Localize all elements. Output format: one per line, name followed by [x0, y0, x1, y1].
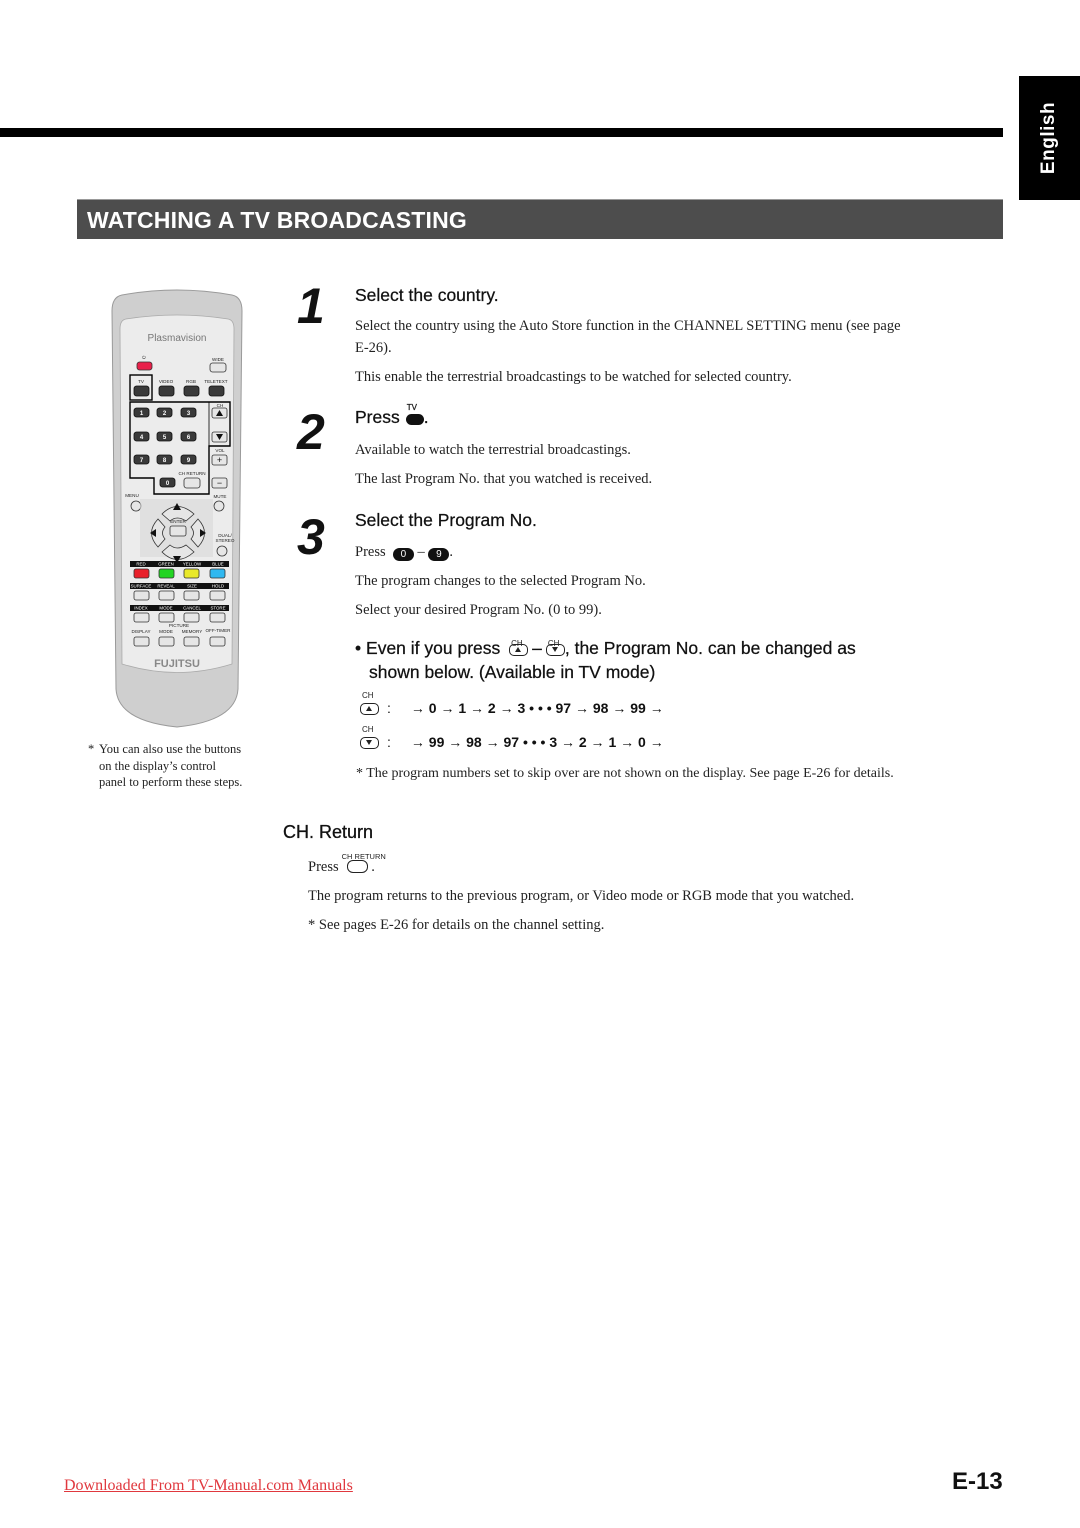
- section-header: WATCHING A TV BROADCASTING: [77, 199, 1003, 239]
- svg-text:BLUE: BLUE: [212, 562, 224, 567]
- svg-text:MODE: MODE: [159, 606, 172, 611]
- svg-text:CH RETURN: CH RETURN: [178, 471, 205, 476]
- section-title: WATCHING A TV BROADCASTING: [87, 207, 467, 233]
- svg-text:MODE: MODE: [159, 629, 173, 634]
- red-button: [133, 568, 150, 579]
- navigation-pad: ENTER: [140, 499, 213, 563]
- ch-return-description: The program returns to the previous prog…: [308, 888, 855, 904]
- svg-text:CANCEL: CANCEL: [183, 606, 201, 611]
- step-3-text: The program changes to the selected Prog…: [355, 573, 646, 589]
- ch-return-heading: CH. Return: [283, 822, 374, 842]
- remote-brand-bottom: FUJITSU: [154, 658, 200, 670]
- svg-text:OFF-TIMER: OFF-TIMER: [205, 628, 231, 633]
- ch-up-sequence: CH: → 0 → 1 → 2 → 3 • • • 97 → 98 → 99 →: [360, 691, 664, 716]
- svg-text:SIZE: SIZE: [187, 584, 197, 589]
- mute-button: [213, 500, 225, 512]
- language-tab: English: [1019, 76, 1080, 200]
- svg-text:MENU: MENU: [125, 493, 139, 498]
- svg-text:+: +: [217, 455, 222, 465]
- page-number: E-13: [952, 1468, 1003, 1495]
- power-button: [136, 361, 153, 371]
- step-1-note: This enable the terrestrial broadcasting…: [355, 369, 792, 385]
- remote-caption: * You can also use the buttons on the di…: [88, 742, 243, 789]
- svg-text:STORE: STORE: [210, 606, 225, 611]
- blue-button: [209, 568, 226, 579]
- svg-text:VIDEO: VIDEO: [159, 379, 174, 384]
- menu-button: [130, 500, 142, 512]
- step-3-note: Select your desired Program No. (0 to 99…: [355, 602, 602, 618]
- step-2-text: Available to watch the terrestrial broad…: [355, 442, 631, 458]
- ch-down-sequence: CH: → 99 → 98 → 97 • • • 3 → 2 → 1 → 0 →: [360, 725, 664, 750]
- ch-return-key-icon: CH RETURN: [342, 852, 386, 873]
- skip-note: * The program numbers set to skip over a…: [356, 766, 894, 781]
- svg-text:RGB: RGB: [186, 379, 196, 384]
- svg-text:PICTURE: PICTURE: [169, 623, 189, 628]
- ch-return-button: [183, 477, 201, 489]
- wide-button: [209, 362, 227, 373]
- step-3-press: Press 0 – 9.: [355, 544, 453, 561]
- step-1-title: Select the country.: [355, 285, 499, 305]
- digit-9-key-icon: 9: [428, 548, 450, 561]
- step-1-text: Select the country using the Auto Store …: [355, 318, 901, 334]
- svg-text:STEREO: STEREO: [216, 538, 235, 543]
- step-2-number: 2: [297, 404, 325, 460]
- step-3-number: 3: [297, 509, 325, 565]
- svg-text:SURFACE: SURFACE: [131, 584, 152, 589]
- digit-0-key-icon: 0: [392, 548, 414, 561]
- step-2-title: Press TV.: [355, 403, 429, 427]
- tv-button-icon: TV: [405, 403, 424, 425]
- step-2-note: The last Program No. that you watched is…: [355, 471, 653, 487]
- svg-text:−: −: [217, 478, 222, 488]
- svg-text:TV: TV: [138, 379, 145, 384]
- ch-up-key-icon: CH: [360, 691, 379, 715]
- svg-text:VOL: VOL: [215, 448, 225, 453]
- download-source-link[interactable]: Downloaded From TV-Manual.com Manuals: [64, 1477, 353, 1495]
- svg-text:INDEX: INDEX: [134, 606, 147, 611]
- svg-text:MEMORY: MEMORY: [182, 629, 203, 634]
- svg-text:CH: CH: [217, 403, 224, 408]
- remote-brand-top: Plasmavision: [148, 333, 207, 344]
- svg-text:WIDE: WIDE: [212, 357, 224, 362]
- green-button: [158, 568, 175, 579]
- yellow-button: [183, 568, 200, 579]
- ch-down-key-icon: CH: [545, 639, 565, 656]
- ch-return-note: * See pages E-26 for details on the chan…: [308, 917, 605, 933]
- svg-text:ENTER: ENTER: [170, 519, 186, 524]
- ch-return-press: Press CH RETURN .: [308, 852, 386, 875]
- video-button: [158, 385, 175, 397]
- language-tab-label: English: [1038, 101, 1060, 175]
- dual-stereo-button: [216, 545, 228, 557]
- ch-up-key-icon: CH: [509, 639, 529, 656]
- remote-control-illustration: .rl { font-family: "Liberation Sans", sa…: [111, 289, 243, 728]
- step-1-number: 1: [297, 278, 325, 334]
- step-3-title: Select the Program No.: [355, 510, 537, 530]
- enter-button: [169, 525, 187, 537]
- step-1-text-cont: E-26).: [355, 340, 392, 356]
- top-rule: [0, 128, 1003, 137]
- svg-text:⏻: ⏻: [142, 355, 146, 360]
- tv-button: [133, 385, 150, 397]
- teletext-button: [208, 385, 225, 397]
- ch-down-key-icon: CH: [360, 725, 379, 749]
- svg-text:DISPLAY: DISPLAY: [131, 629, 150, 634]
- svg-text:REVEAL: REVEAL: [157, 584, 175, 589]
- svg-text:YELLOW: YELLOW: [183, 562, 202, 567]
- rgb-button: [183, 385, 200, 397]
- svg-text:HOLD: HOLD: [212, 584, 224, 589]
- svg-text:TELETEXT: TELETEXT: [204, 379, 227, 384]
- svg-text:MUTE: MUTE: [213, 494, 226, 499]
- svg-text:RED: RED: [136, 562, 145, 567]
- svg-text:GREEN: GREEN: [158, 562, 174, 567]
- channel-bullet-note: • Even if you press CH – CH, the Program N…: [355, 638, 856, 682]
